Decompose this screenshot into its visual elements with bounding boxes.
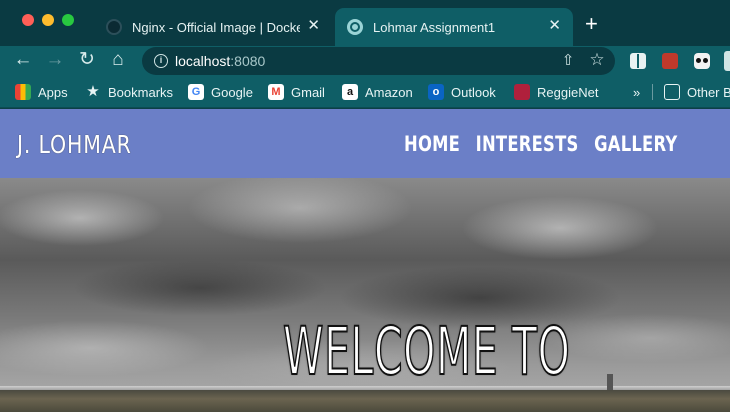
bookmark-other-bookmarks[interactable]: Other B <box>664 83 730 101</box>
page-viewport: J. LOHMAR HOME INTERESTS GALLERY WELCOME… <box>0 109 730 412</box>
hero-banner: WELCOME TO <box>0 178 730 412</box>
home-icon[interactable]: ⌂ <box>107 49 129 71</box>
reload-icon[interactable]: ↻ <box>76 49 98 71</box>
site-header: J. LOHMAR HOME INTERESTS GALLERY <box>0 109 730 178</box>
url-text[interactable]: localhost:8080 <box>175 53 265 69</box>
tab-close-icon[interactable]: ✕ <box>548 18 561 34</box>
bookmark-gmail[interactable]: M Gmail <box>268 83 325 101</box>
site-brand[interactable]: J. LOHMAR <box>17 130 132 159</box>
tab-close-icon[interactable]: ✕ <box>307 18 320 34</box>
outlook-icon: o <box>428 84 444 100</box>
url-host: localhost <box>175 53 231 69</box>
reading-list-icon[interactable] <box>630 53 646 69</box>
bookmark-bookmarks[interactable]: ★ Bookmarks <box>85 83 173 101</box>
bookmark-label: Other B <box>687 84 730 100</box>
nav-link-home[interactable]: HOME <box>404 132 460 156</box>
back-arrow-icon[interactable]: ← <box>12 49 34 71</box>
bookmarks-bar: Apps ★ Bookmarks G Google M Gmail a Amaz… <box>0 76 730 108</box>
google-icon: G <box>188 84 204 100</box>
hero-ground <box>0 390 730 412</box>
bookmarks-overflow-button[interactable]: » <box>633 83 640 101</box>
bookmark-label: Google <box>211 84 253 100</box>
site-info-icon[interactable]: i <box>154 54 168 68</box>
window-maximize-button[interactable] <box>62 14 74 26</box>
new-tab-button[interactable]: + <box>585 13 598 35</box>
bookmark-label: Amazon <box>365 84 413 100</box>
control-tower-image <box>607 374 613 390</box>
star-icon: ★ <box>86 83 100 100</box>
gmail-icon: M <box>268 84 284 100</box>
bookmark-label: Apps <box>38 84 68 100</box>
tab-strip: Nginx - Official Image | Docker ✕ Lohmar… <box>0 0 730 46</box>
tab-nginx[interactable]: Nginx - Official Image | Docker ✕ <box>92 8 332 46</box>
extension-owl-icon[interactable] <box>694 53 710 69</box>
bookmark-label: Gmail <box>291 84 325 100</box>
nav-link-gallery[interactable]: GALLERY <box>594 132 677 156</box>
url-port: :8080 <box>230 53 266 69</box>
hero-title: WELCOME TO <box>282 313 571 390</box>
site-nav: HOME INTERESTS GALLERY <box>404 132 678 156</box>
bookmark-outlook[interactable]: o Outlook <box>428 83 496 101</box>
bookmark-apps[interactable]: Apps <box>15 83 68 101</box>
amazon-icon: a <box>342 84 358 100</box>
browser-toolbar: ← → ↻ ⌂ i localhost:8080 ⇧ ☆ <box>0 46 730 76</box>
star-icon[interactable]: ☆ <box>588 51 606 69</box>
docker-favicon-icon <box>106 19 122 35</box>
tab-lohmar-assignment[interactable]: Lohmar Assignment1 ✕ <box>335 8 573 46</box>
bookmark-google[interactable]: G Google <box>188 83 253 101</box>
address-bar[interactable]: i localhost:8080 ⇧ ☆ <box>142 47 615 75</box>
window-close-button[interactable] <box>22 14 34 26</box>
apps-grid-icon <box>15 84 31 100</box>
globe-favicon-icon <box>347 19 363 35</box>
window-minimize-button[interactable] <box>42 14 54 26</box>
nav-link-interests[interactable]: INTERESTS <box>476 132 579 156</box>
share-icon[interactable]: ⇧ <box>560 52 576 70</box>
bookmarks-divider <box>652 84 653 100</box>
folder-icon <box>664 84 680 100</box>
bookmark-label: Outlook <box>451 84 496 100</box>
forward-arrow-icon[interactable]: → <box>44 49 66 71</box>
extension-red-icon[interactable] <box>662 53 678 69</box>
redbird-icon <box>514 84 530 100</box>
bookmark-label: Bookmarks <box>108 84 174 100</box>
bookmark-reggienet[interactable]: ReggieNet <box>514 83 598 101</box>
site-nav-wrapper: HOME INTERESTS GALLERY <box>404 132 677 160</box>
bookmark-label: ReggieNet <box>537 84 599 100</box>
tab-title: Nginx - Official Image | Docker <box>132 19 300 35</box>
tab-title: Lohmar Assignment1 <box>373 19 496 35</box>
profile-avatar-icon[interactable] <box>724 51 730 71</box>
bookmark-amazon[interactable]: a Amazon <box>342 83 413 101</box>
